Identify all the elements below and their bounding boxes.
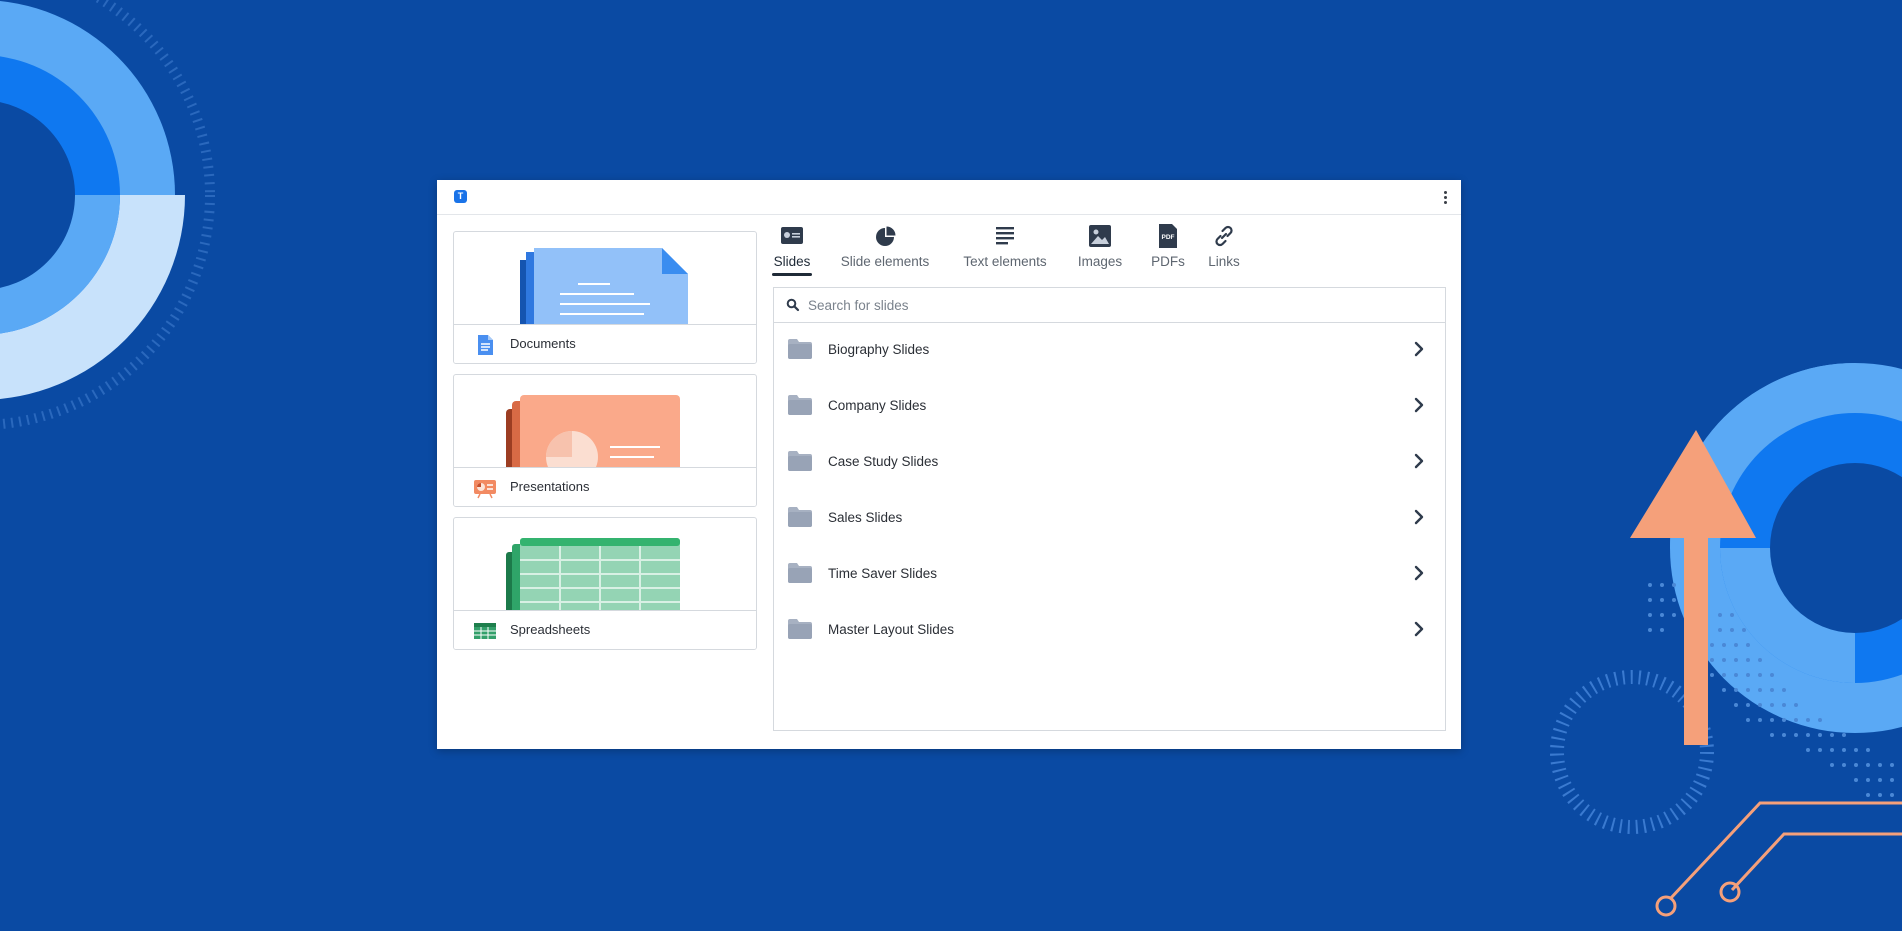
tab-slides[interactable]: Slides [772, 224, 812, 276]
folder-row[interactable]: Company Slides [774, 378, 1445, 434]
spreadsheet-icon [474, 623, 496, 639]
tab-label: Links [1208, 254, 1240, 269]
pie-chart-icon [876, 226, 896, 246]
menu-dot-icon [1443, 200, 1447, 204]
tab-label: PDFs [1151, 254, 1185, 269]
documents-illustration [520, 248, 688, 324]
chevron-right-icon [1414, 565, 1424, 581]
chevron-right-icon [1414, 453, 1424, 469]
tab-label: Text elements [963, 254, 1047, 269]
folder-label: Master Layout Slides [828, 622, 955, 637]
tab-slide-elements[interactable]: Slide elements [838, 224, 932, 274]
folder-row[interactable]: Sales Slides [774, 490, 1445, 546]
spreadsheets-illustration [506, 538, 680, 610]
search-bar [774, 288, 1445, 323]
app-logo-icon: T [454, 190, 467, 203]
link-icon [1215, 225, 1233, 247]
folder-icon [788, 619, 812, 639]
folder-row[interactable]: Time Saver Slides [774, 546, 1445, 602]
more-options-button[interactable] [1439, 188, 1451, 206]
menu-dot-icon [1443, 190, 1447, 194]
chevron-right-icon [1414, 341, 1424, 357]
chevron-right-icon [1414, 397, 1424, 413]
tab-pdfs[interactable]: PDF PDFs [1150, 224, 1186, 274]
title-bar: T [437, 180, 1461, 215]
tab-label: Slides [773, 254, 811, 269]
folder-icon [788, 507, 812, 527]
category-footer: Spreadsheets [454, 610, 756, 649]
menu-dot-icon [1443, 195, 1447, 199]
folder-row[interactable]: Master Layout Slides [774, 602, 1445, 658]
category-label: Presentations [510, 479, 590, 494]
folder-label: Time Saver Slides [828, 566, 938, 581]
category-card-spreadsheets[interactable]: Spreadsheets [453, 517, 757, 650]
active-tab-indicator [772, 273, 812, 276]
folder-row[interactable]: Biography Slides [774, 322, 1445, 378]
search-input[interactable] [808, 294, 1408, 316]
folder-row[interactable]: Case Study Slides [774, 434, 1445, 490]
image-icon [1089, 225, 1111, 247]
app-window: T Documents Presentations Spreadsheets S… [437, 180, 1461, 749]
tab-label: Images [1077, 254, 1123, 269]
tab-links[interactable]: Links [1206, 224, 1242, 274]
presentations-illustration [506, 395, 680, 467]
folder-icon [788, 395, 812, 415]
folder-label: Case Study Slides [828, 454, 939, 469]
folder-icon [788, 339, 812, 359]
svg-text:PDF: PDF [1162, 234, 1175, 241]
chevron-right-icon [1414, 621, 1424, 637]
presentation-icon [474, 480, 496, 499]
category-card-presentations[interactable]: Presentations [453, 374, 757, 507]
category-card-documents[interactable]: Documents [453, 231, 757, 364]
folder-label: Sales Slides [828, 510, 903, 525]
tab-label: Slide elements [840, 254, 930, 269]
category-label: Spreadsheets [510, 622, 591, 637]
tab-text-elements[interactable]: Text elements [959, 224, 1051, 274]
folder-label: Biography Slides [828, 342, 930, 357]
category-footer: Documents [454, 324, 756, 363]
folder-icon [788, 451, 812, 471]
chevron-right-icon [1414, 509, 1424, 525]
category-label: Documents [510, 336, 576, 351]
slides-panel: Biography Slides Company Slides Case Stu… [773, 287, 1446, 731]
pdf-icon: PDF [1159, 224, 1177, 248]
folder-label: Company Slides [828, 398, 927, 413]
slides-icon [781, 227, 803, 244]
tab-images[interactable]: Images [1075, 224, 1125, 274]
search-icon [786, 298, 800, 312]
document-icon [478, 335, 493, 355]
category-footer: Presentations [454, 467, 756, 506]
folder-icon [788, 563, 812, 583]
text-lines-icon [996, 227, 1014, 245]
